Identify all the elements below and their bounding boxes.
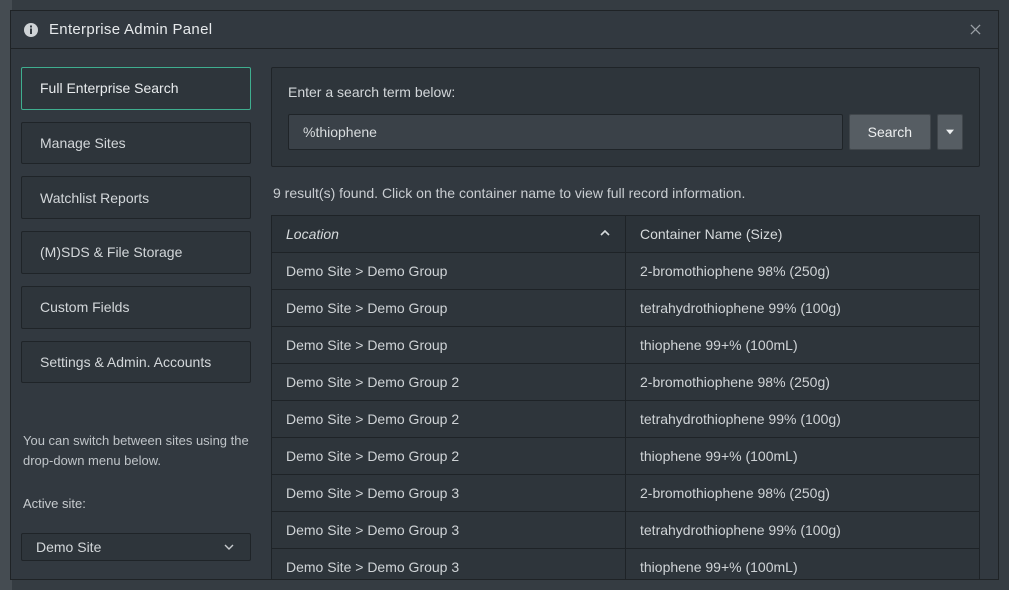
search-button[interactable]: Search xyxy=(849,114,931,150)
search-input[interactable] xyxy=(288,114,843,150)
sidebar-item-label: Settings & Admin. Accounts xyxy=(40,354,211,370)
cell-container[interactable]: 2-bromothiophene 98% (250g) xyxy=(626,475,980,512)
sidebar-item-msds-file-storage[interactable]: (M)SDS & File Storage xyxy=(21,231,251,274)
cell-container[interactable]: tetrahydrothiophene 99% (100g) xyxy=(626,401,980,438)
cell-container[interactable]: 2-bromothiophene 98% (250g) xyxy=(626,253,980,290)
cell-container[interactable]: thiophene 99+% (100mL) xyxy=(626,438,980,475)
table-row: Demo Site > Demo Grouptetrahydrothiophen… xyxy=(272,290,980,327)
column-header-label: Location xyxy=(286,226,339,242)
table-row: Demo Site > Demo Group 3thiophene 99+% (… xyxy=(272,549,980,580)
sidebar-item-settings-admin-accounts[interactable]: Settings & Admin. Accounts xyxy=(21,341,251,384)
cell-location: Demo Site > Demo Group 3 xyxy=(272,475,626,512)
cell-container[interactable]: tetrahydrothiophene 99% (100g) xyxy=(626,512,980,549)
table-row: Demo Site > Demo Group 2thiophene 99+% (… xyxy=(272,438,980,475)
cell-location: Demo Site > Demo Group 2 xyxy=(272,401,626,438)
cell-location: Demo Site > Demo Group 2 xyxy=(272,364,626,401)
cell-container[interactable]: thiophene 99+% (100mL) xyxy=(626,549,980,580)
close-icon[interactable] xyxy=(964,19,986,41)
sort-asc-icon xyxy=(599,226,611,242)
active-site-value: Demo Site xyxy=(36,539,101,555)
sidebar-item-watchlist-reports[interactable]: Watchlist Reports xyxy=(21,176,251,219)
modal-title: Enterprise Admin Panel xyxy=(49,21,212,38)
cell-container[interactable]: tetrahydrothiophene 99% (100g) xyxy=(626,290,980,327)
cell-container[interactable]: thiophene 99+% (100mL) xyxy=(626,327,980,364)
sidebar-item-manage-sites[interactable]: Manage Sites xyxy=(21,122,251,165)
sidebar-item-label: Full Enterprise Search xyxy=(40,80,179,96)
sidebar-item-label: Manage Sites xyxy=(40,135,126,151)
table-row: Demo Site > Demo Group 2tetrahydrothioph… xyxy=(272,401,980,438)
sidebar: Full Enterprise Search Manage Sites Watc… xyxy=(11,49,261,579)
column-header-label: Container Name (Size) xyxy=(640,226,782,242)
table-row: Demo Site > Demo Group 3tetrahydrothioph… xyxy=(272,512,980,549)
modal-body: Full Enterprise Search Manage Sites Watc… xyxy=(11,49,998,579)
table-row: Demo Site > Demo Group2-bromothiophene 9… xyxy=(272,253,980,290)
active-site-label: Active site: xyxy=(21,496,251,511)
results-body: Demo Site > Demo Group2-bromothiophene 9… xyxy=(272,253,980,580)
search-row: Search xyxy=(288,114,963,150)
results-table: Location Container Name (Size) Demo Site xyxy=(271,215,980,579)
column-header-container[interactable]: Container Name (Size) xyxy=(626,216,980,253)
search-options-button[interactable] xyxy=(937,114,963,150)
cell-location: Demo Site > Demo Group 3 xyxy=(272,549,626,580)
cell-container[interactable]: 2-bromothiophene 98% (250g) xyxy=(626,364,980,401)
admin-modal: Enterprise Admin Panel Full Enterprise S… xyxy=(10,10,999,580)
sidebar-item-label: Custom Fields xyxy=(40,299,129,315)
cell-location: Demo Site > Demo Group xyxy=(272,290,626,327)
cell-location: Demo Site > Demo Group xyxy=(272,253,626,290)
modal-header: Enterprise Admin Panel xyxy=(11,11,998,49)
active-site-select[interactable]: Demo Site xyxy=(21,533,251,561)
chevron-down-icon xyxy=(222,540,236,554)
table-row: Demo Site > Demo Groupthiophene 99+% (10… xyxy=(272,327,980,364)
column-header-location[interactable]: Location xyxy=(272,216,626,253)
search-box: Enter a search term below: Search xyxy=(271,67,980,167)
sidebar-item-label: (M)SDS & File Storage xyxy=(40,244,182,260)
cell-location: Demo Site > Demo Group xyxy=(272,327,626,364)
search-prompt: Enter a search term below: xyxy=(288,84,963,100)
site-switch-note: You can switch between sites using the d… xyxy=(21,431,251,470)
table-row: Demo Site > Demo Group 32-bromothiophene… xyxy=(272,475,980,512)
main-panel: Enter a search term below: Search 9 resu… xyxy=(261,49,998,579)
sidebar-item-full-enterprise-search[interactable]: Full Enterprise Search xyxy=(21,67,251,110)
table-row: Demo Site > Demo Group 22-bromothiophene… xyxy=(272,364,980,401)
info-icon xyxy=(23,22,39,38)
results-summary: 9 result(s) found. Click on the containe… xyxy=(273,185,978,201)
cell-location: Demo Site > Demo Group 2 xyxy=(272,438,626,475)
sidebar-item-custom-fields[interactable]: Custom Fields xyxy=(21,286,251,329)
sidebar-item-label: Watchlist Reports xyxy=(40,190,149,206)
cell-location: Demo Site > Demo Group 3 xyxy=(272,512,626,549)
